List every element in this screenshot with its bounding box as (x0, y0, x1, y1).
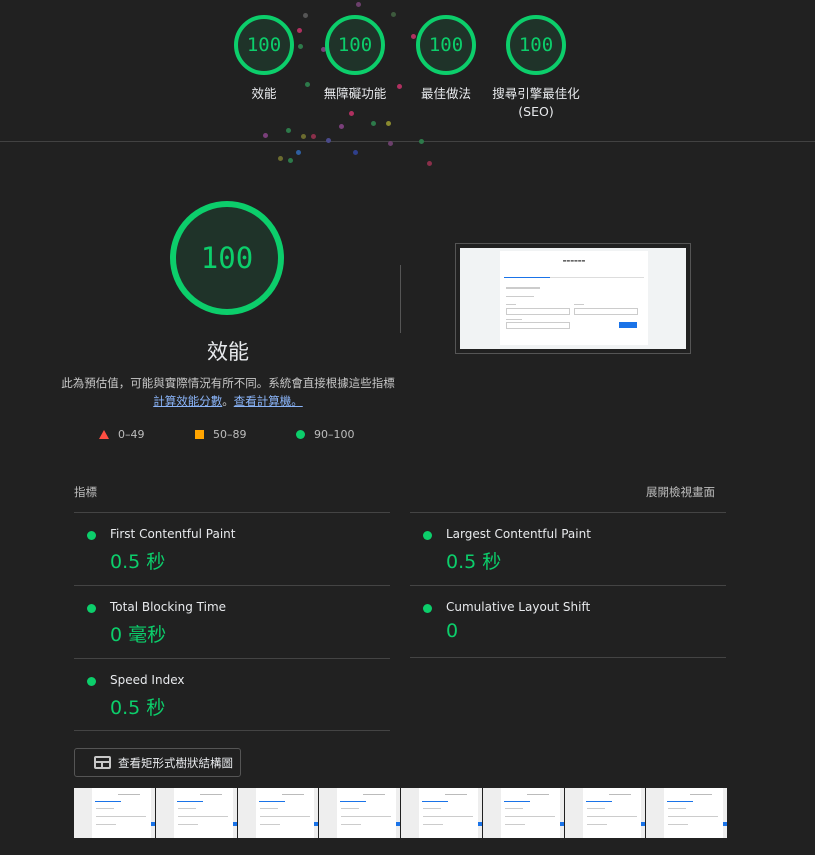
category-gauges: 100 效能 100 無障礙功能 100 最佳做法 100 搜尋引擎最佳化 (S… (0, 0, 815, 166)
filmstrip-frame (319, 788, 400, 838)
filmstrip (74, 788, 727, 838)
filmstrip-frame (646, 788, 727, 838)
confetti-dot (311, 134, 316, 139)
metric-value: 0 毫秒 (110, 624, 167, 646)
confetti-dot (388, 141, 393, 146)
confetti-dot (326, 138, 331, 143)
confetti-dot (288, 158, 293, 163)
pass-circle-icon (87, 604, 96, 613)
pass-circle-icon (296, 430, 305, 439)
metric-lcp: Largest Contentful Paint 0.5 秒 (410, 512, 726, 585)
calculator-link[interactable]: 查看計算機。 (234, 394, 303, 408)
gauge-score: 100 (506, 15, 566, 75)
performance-score-gauge: 100 (170, 201, 284, 315)
metric-label: Cumulative Layout Shift (446, 600, 591, 614)
metric-value: 0.5 秒 (110, 697, 166, 719)
confetti-dot (356, 2, 361, 7)
filmstrip-frame (74, 788, 155, 838)
vertical-divider (400, 265, 401, 333)
metric-value: 0 (446, 620, 459, 642)
gauge-score: 100 (234, 15, 294, 75)
fail-triangle-icon (99, 430, 109, 439)
legend-fail: 0–49 (99, 428, 145, 441)
description-separator: 。 (222, 394, 234, 408)
filmstrip-frame (155, 788, 237, 838)
metric-si: Speed Index 0.5 秒 (74, 658, 390, 731)
view-treemap-button[interactable]: 查看矩形式樹狀結構圖 (74, 748, 241, 777)
seo-gauge[interactable]: 100 搜尋引擎最佳化 (SEO) (471, 15, 601, 121)
confetti-dot (349, 111, 354, 116)
confetti-dot (286, 128, 291, 133)
metric-cls: Cumulative Layout Shift 0 (410, 585, 726, 658)
metric-fcp: First Contentful Paint 0.5 秒 (74, 512, 390, 585)
confetti-dot (427, 161, 432, 166)
pass-circle-icon (87, 531, 96, 540)
expand-view-toggle[interactable]: 展開檢視畫面 (646, 484, 715, 500)
confetti-dot (419, 139, 424, 144)
metric-label: Speed Index (110, 673, 185, 687)
legend-fail-label: 0–49 (118, 428, 145, 441)
screenshot-tabs (504, 270, 644, 278)
filmstrip-frame (564, 788, 646, 838)
legend-pass: 90–100 (296, 428, 355, 441)
confetti-dot (278, 156, 283, 161)
confetti-dot (296, 150, 301, 155)
metric-value: 0.5 秒 (110, 551, 166, 573)
legend-average-label: 50–89 (213, 428, 247, 441)
pass-circle-icon (87, 677, 96, 686)
legend-pass-label: 90–100 (314, 428, 355, 441)
treemap-icon (94, 756, 111, 769)
legend-average: 50–89 (195, 428, 247, 441)
confetti-dot (371, 121, 376, 126)
screenshot-image: ▬▬▬▬▬▬ (460, 248, 686, 349)
gauge-label: 搜尋引擎最佳化 (SEO) (492, 86, 580, 119)
confetti-dot (353, 150, 358, 155)
performance-title: 效能 (207, 340, 249, 364)
metrics-heading: 指標 (74, 485, 97, 499)
gauge-score: 100 (416, 15, 476, 75)
screenshot-page: ▬▬▬▬▬▬ (500, 251, 648, 345)
confetti-dot (301, 134, 306, 139)
metric-label: Largest Contentful Paint (446, 527, 591, 541)
score-calc-link[interactable]: 計算效能分數 (153, 394, 222, 408)
final-screenshot[interactable]: ▬▬▬▬▬▬ (455, 243, 691, 354)
metric-label: Total Blocking Time (110, 600, 227, 614)
pass-circle-icon (423, 531, 432, 540)
screenshot-page-title: ▬▬▬▬▬▬ (562, 258, 586, 263)
metric-value: 0.5 秒 (446, 551, 502, 573)
pass-circle-icon (423, 604, 432, 613)
description-text: 此為預估值，可能與實際情況有所不同。系統會直接根據這些指標 (61, 376, 395, 390)
metric-tbt: Total Blocking Time 0 毫秒 (74, 585, 390, 658)
treemap-button-label: 查看矩形式樹狀結構圖 (118, 755, 233, 770)
performance-description: 此為預估值，可能與實際情況有所不同。系統會直接根據這些指標計算效能分數。查看計算… (60, 374, 396, 410)
gauge-score: 100 (325, 15, 385, 75)
confetti-dot (386, 121, 391, 126)
metric-label: First Contentful Paint (110, 527, 236, 541)
confetti-dot (339, 124, 344, 129)
filmstrip-frame (482, 788, 564, 838)
filmstrip-frame (401, 788, 482, 838)
confetti-dot (263, 133, 268, 138)
average-square-icon (195, 430, 204, 439)
filmstrip-frame (237, 788, 319, 838)
